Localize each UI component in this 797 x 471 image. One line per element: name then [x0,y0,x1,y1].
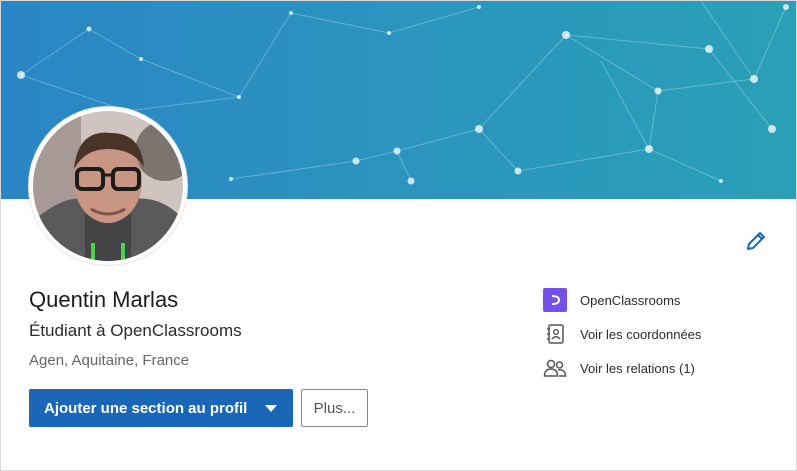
edit-profile-button[interactable] [743,228,769,254]
sidebar-item-openclassrooms[interactable]: OpenClassrooms [543,288,680,312]
sidebar-item-label: OpenClassrooms [580,292,681,308]
more-button[interactable]: Plus... [301,389,368,427]
profile-avatar[interactable] [29,107,187,265]
avatar-photo [33,111,183,261]
sidebar-item-label: Voir les coordonnées [580,326,702,342]
sidebar-item-label: Voir les relations (1) [580,360,695,376]
add-profile-section-label: Ajouter une section au profil [44,399,248,417]
profile-name: Quentin Marlas [29,287,179,312]
pencil-icon [747,232,765,250]
openclassrooms-logo-icon [543,288,567,312]
caret-down-icon [265,405,277,412]
profile-location: Agen, Aquitaine, France [29,352,190,369]
sidebar-item-connections[interactable]: Voir les relations (1) [543,356,695,380]
contact-card-icon [543,322,567,346]
connections-icon [543,356,567,380]
profile-headline: Étudiant à OpenClassrooms [29,321,242,340]
sidebar-item-contact-info[interactable]: Voir les coordonnées [543,322,701,346]
profile-card: Quentin Marlas Étudiant à OpenClassrooms… [0,0,797,471]
more-button-label: Plus... [313,399,356,417]
add-profile-section-button[interactable]: Ajouter une section au profil [29,389,293,427]
